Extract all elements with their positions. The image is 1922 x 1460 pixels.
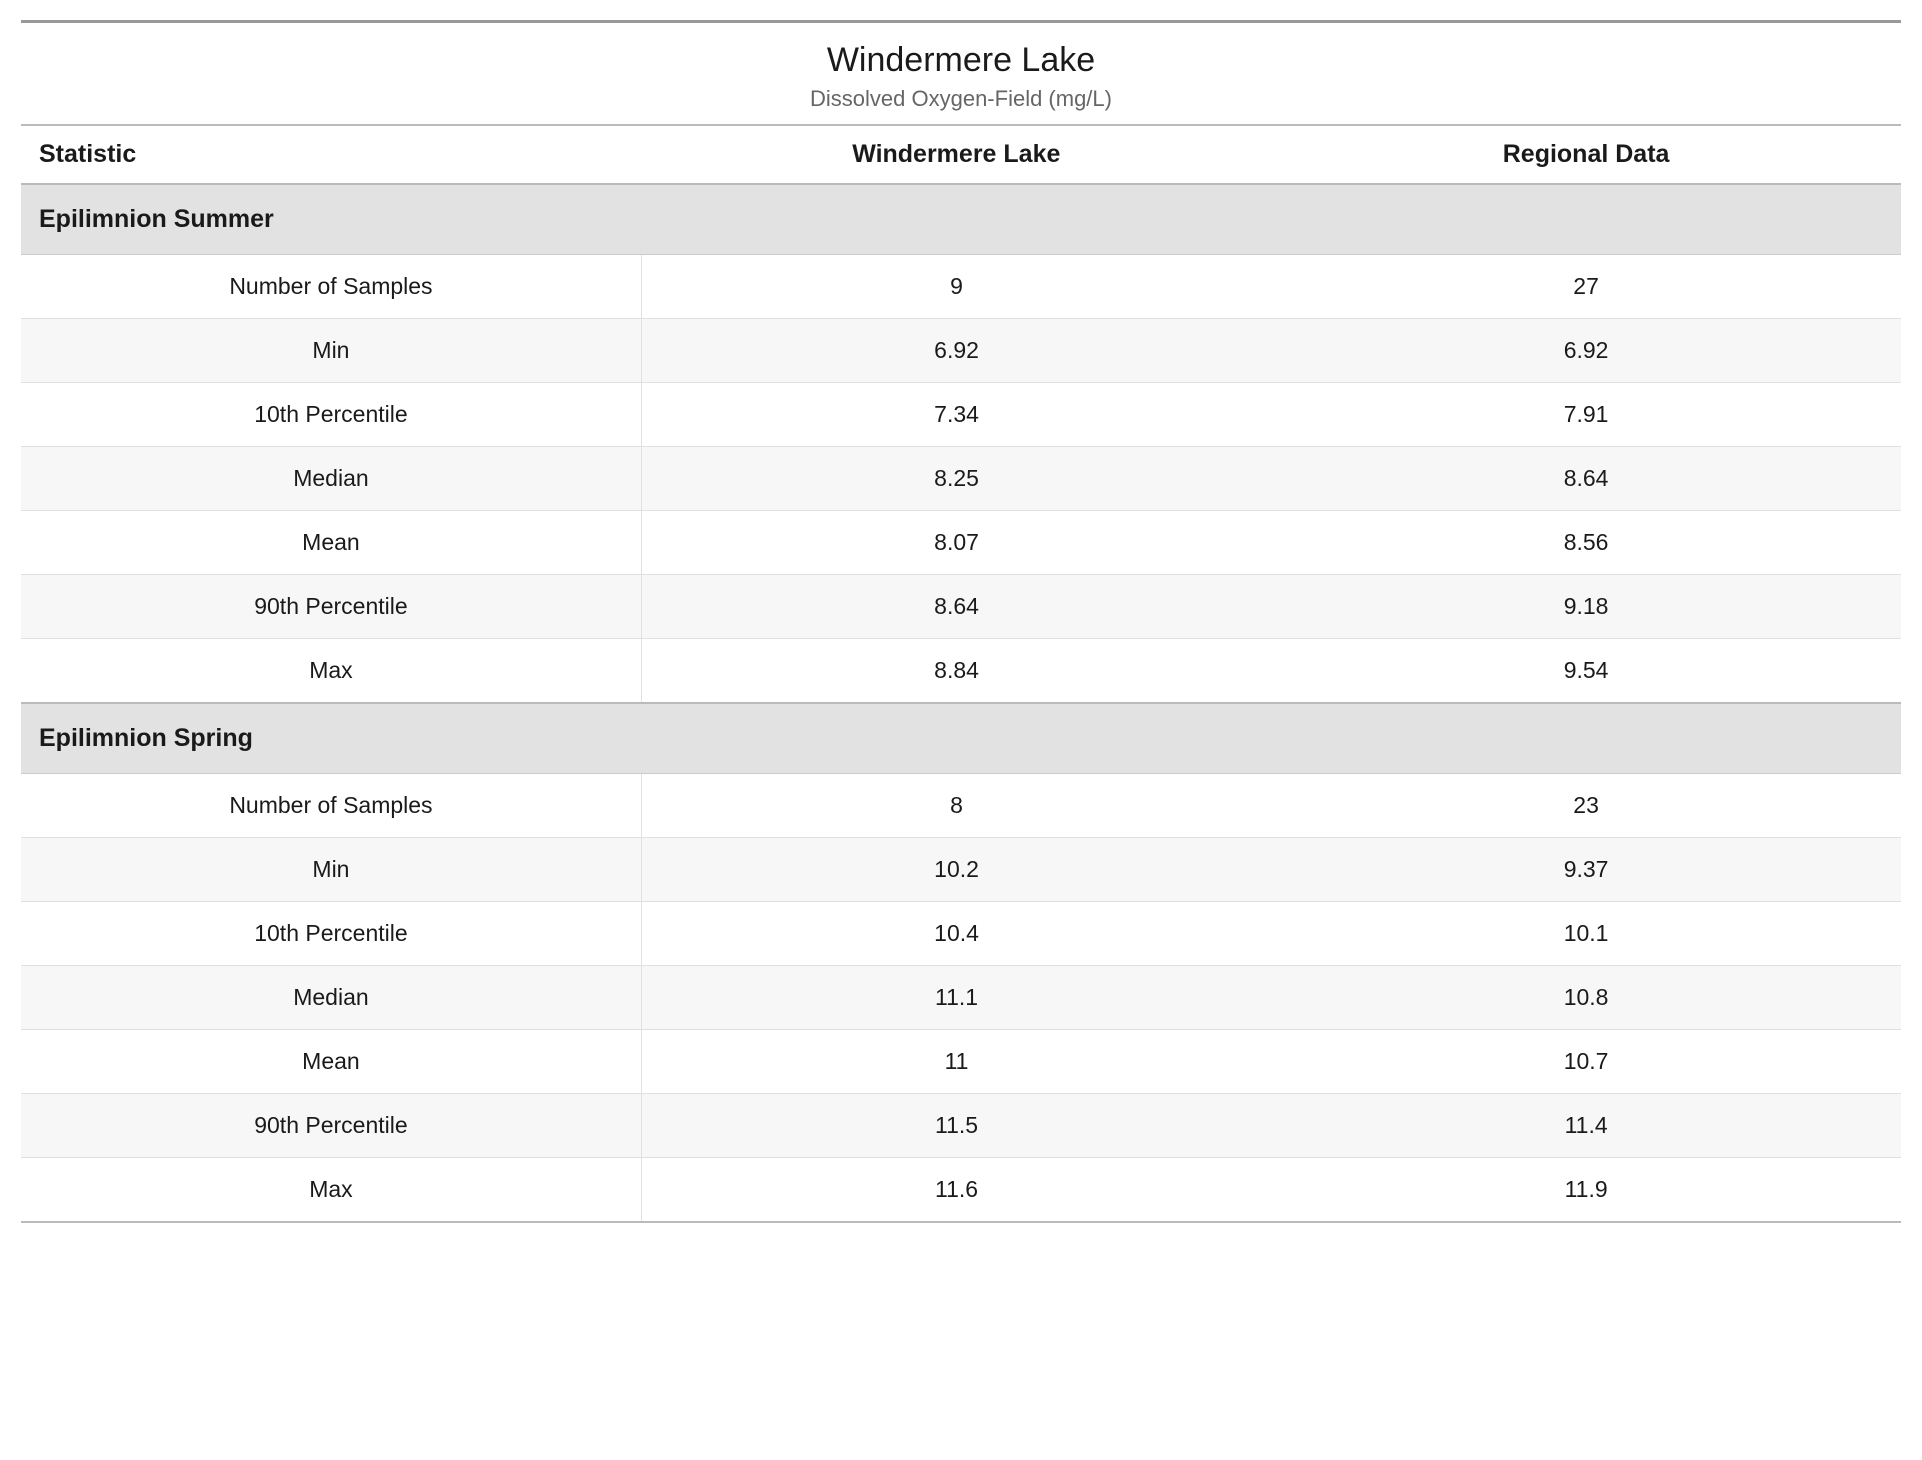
table-row: Max 11.6 11.9 (21, 1158, 1901, 1223)
stat-value-regional: 27 (1271, 255, 1901, 319)
table-row: Median 11.1 10.8 (21, 966, 1901, 1030)
stat-value-lake: 7.34 (641, 383, 1271, 447)
group-header-row: Epilimnion Summer (21, 184, 1901, 255)
stat-value-lake: 6.92 (641, 319, 1271, 383)
stat-value-lake: 11.1 (641, 966, 1271, 1030)
stat-value-regional: 11.9 (1271, 1158, 1901, 1223)
group-epilimnion-spring: Epilimnion Spring Number of Samples 8 23… (21, 703, 1901, 1222)
stat-value-regional: 9.54 (1271, 639, 1901, 704)
stat-label: Max (21, 1158, 641, 1223)
stat-label: Median (21, 966, 641, 1030)
stat-value-lake: 11.5 (641, 1094, 1271, 1158)
table-row: Max 8.84 9.54 (21, 639, 1901, 704)
stat-label: Number of Samples (21, 774, 641, 838)
stat-value-regional: 10.1 (1271, 902, 1901, 966)
stat-label: Mean (21, 511, 641, 575)
column-header-row: Statistic Windermere Lake Regional Data (21, 125, 1901, 184)
table-row: 90th Percentile 8.64 9.18 (21, 575, 1901, 639)
stat-value-lake: 8.25 (641, 447, 1271, 511)
stat-value-regional: 6.92 (1271, 319, 1901, 383)
stat-value-regional: 11.4 (1271, 1094, 1901, 1158)
stat-value-lake: 11 (641, 1030, 1271, 1094)
table-row: Min 10.2 9.37 (21, 838, 1901, 902)
stat-label: Number of Samples (21, 255, 641, 319)
table-row: Min 6.92 6.92 (21, 319, 1901, 383)
table-subtitle: Dissolved Oxygen-Field (mg/L) (21, 86, 1901, 112)
stat-value-lake: 8.07 (641, 511, 1271, 575)
table-row: Number of Samples 8 23 (21, 774, 1901, 838)
stat-label: 90th Percentile (21, 1094, 641, 1158)
stat-value-regional: 10.7 (1271, 1030, 1901, 1094)
stat-label: 10th Percentile (21, 902, 641, 966)
stat-label: Median (21, 447, 641, 511)
stat-label: Mean (21, 1030, 641, 1094)
stat-value-regional: 8.56 (1271, 511, 1901, 575)
group-header-row: Epilimnion Spring (21, 703, 1901, 774)
table-row: 10th Percentile 10.4 10.1 (21, 902, 1901, 966)
stat-value-lake: 9 (641, 255, 1271, 319)
group-header-label: Epilimnion Summer (21, 184, 1901, 255)
stat-value-lake: 8.64 (641, 575, 1271, 639)
stats-table: Statistic Windermere Lake Regional Data … (21, 124, 1901, 1223)
stat-label: Min (21, 319, 641, 383)
group-epilimnion-summer: Epilimnion Summer Number of Samples 9 27… (21, 184, 1901, 703)
table-row: 90th Percentile 11.5 11.4 (21, 1094, 1901, 1158)
col-header-statistic: Statistic (21, 125, 641, 184)
col-header-lake: Windermere Lake (641, 125, 1271, 184)
table-row: Number of Samples 9 27 (21, 255, 1901, 319)
stat-label: Max (21, 639, 641, 704)
table-row: Mean 8.07 8.56 (21, 511, 1901, 575)
stat-value-lake: 8.84 (641, 639, 1271, 704)
stat-value-lake: 8 (641, 774, 1271, 838)
stat-value-regional: 8.64 (1271, 447, 1901, 511)
stat-label: 90th Percentile (21, 575, 641, 639)
stat-value-regional: 10.8 (1271, 966, 1901, 1030)
stat-label: Min (21, 838, 641, 902)
stat-value-lake: 11.6 (641, 1158, 1271, 1223)
stat-value-lake: 10.4 (641, 902, 1271, 966)
col-header-regional: Regional Data (1271, 125, 1901, 184)
table-row: Median 8.25 8.64 (21, 447, 1901, 511)
table-title-block: Windermere Lake Dissolved Oxygen-Field (… (21, 23, 1901, 124)
stat-value-regional: 9.37 (1271, 838, 1901, 902)
group-header-label: Epilimnion Spring (21, 703, 1901, 774)
stat-value-regional: 23 (1271, 774, 1901, 838)
table-title: Windermere Lake (21, 41, 1901, 80)
table-row: 10th Percentile 7.34 7.91 (21, 383, 1901, 447)
stat-value-regional: 9.18 (1271, 575, 1901, 639)
stat-label: 10th Percentile (21, 383, 641, 447)
table-row: Mean 11 10.7 (21, 1030, 1901, 1094)
stat-value-lake: 10.2 (641, 838, 1271, 902)
stat-value-regional: 7.91 (1271, 383, 1901, 447)
stats-table-container: Windermere Lake Dissolved Oxygen-Field (… (21, 20, 1901, 1223)
